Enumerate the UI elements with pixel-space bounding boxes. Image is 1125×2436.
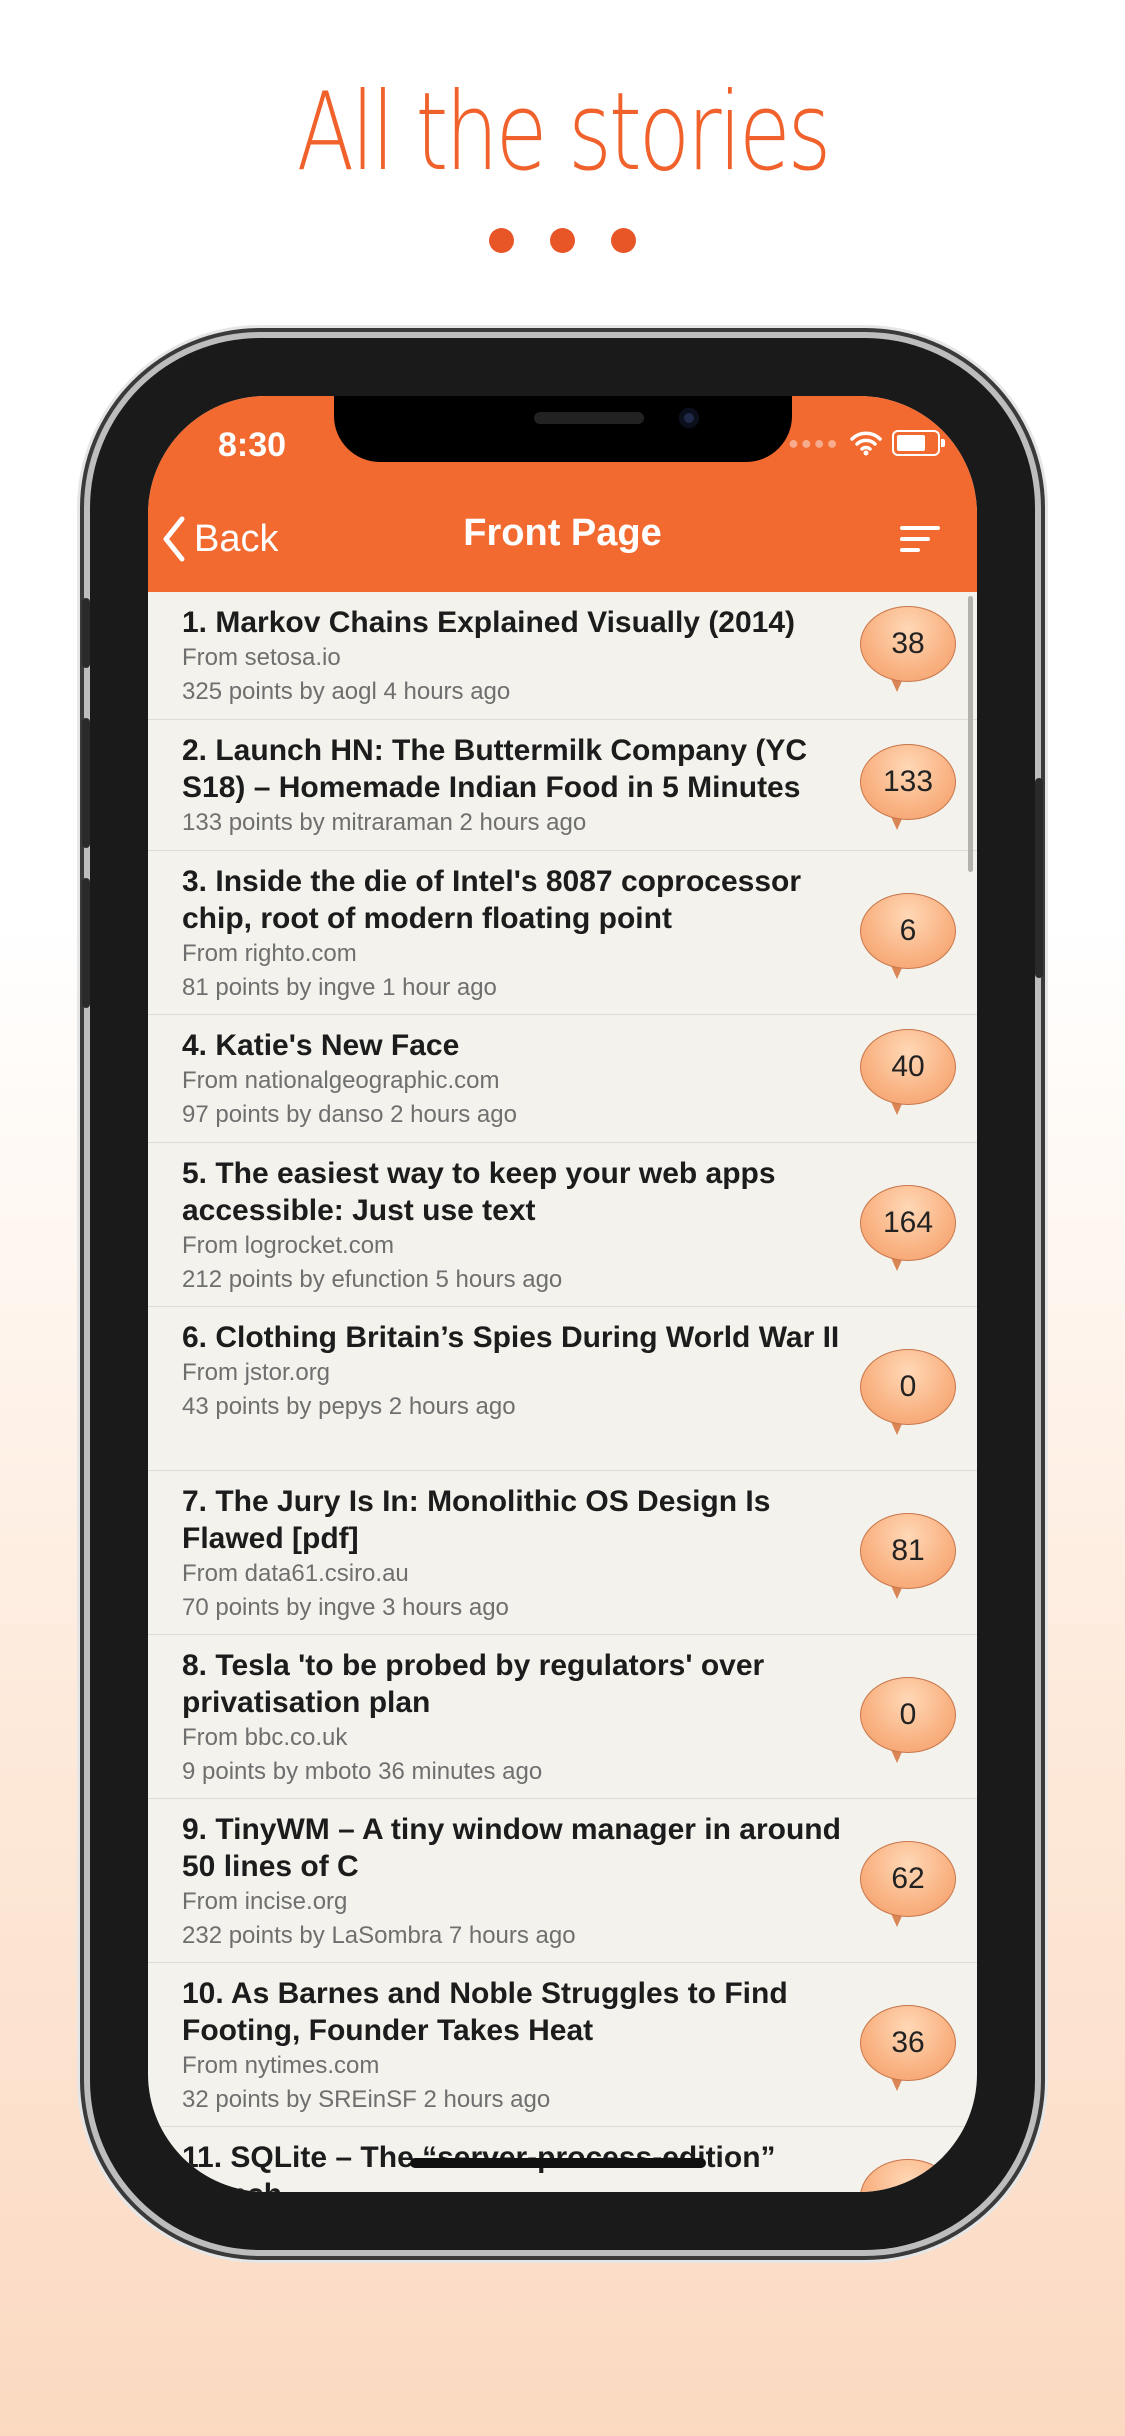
comment-count: 81 [891,1534,925,1567]
mute-switch [82,598,90,668]
volume-up-button [82,718,90,848]
hero-title: All the stories [296,70,832,195]
story-title: 4. Katie's New Face [182,1029,460,1062]
story-title: 2. Launch HN: The Buttermilk Company (YC… [182,734,808,804]
comment-bubble[interactable]: 36 [860,2005,958,2091]
status-time: 8:30 [218,426,287,464]
comment-bubble[interactable]: 0 [860,1349,958,1435]
story-title: 10. As Barnes and Noble Struggles to Fin… [182,1977,788,2047]
scrollbar[interactable] [968,596,973,872]
story-source: From nationalgeographic.com [182,1067,500,1094]
story-source: From logrocket.com [182,1232,395,1259]
notch [334,396,792,462]
comment-bubble[interactable]: 164 [860,1185,958,1271]
comment-bubble[interactable]: 0 [860,1677,958,1763]
comment-count: 62 [891,1862,925,1895]
story-source: From data61.csiro.au [182,1560,409,1587]
dot [489,228,514,253]
story-title: 1. Markov Chains Explained Visually (201… [182,606,796,639]
story-info: 43 points by pepys 2 hours ago [182,1393,516,1420]
story-source: From incise.org [182,1888,348,1915]
story-row[interactable]: 4. Katie's New Face From nationalgeograp… [148,1015,977,1143]
comment-count: 38 [891,627,925,660]
story-info: 9 points by mboto 36 minutes ago [182,1758,543,1785]
wifi-icon [849,431,882,456]
comment-bubble[interactable]: 38 [860,606,958,692]
story-row[interactable]: 6. Clothing Britain’s Spies During World… [148,1307,977,1471]
comment-count: 0 [899,1370,917,1403]
hero-dots [0,228,1125,253]
story-source: From nytimes.com [182,2052,380,2079]
story-info: 97 points by danso 2 hours ago [182,1101,517,1128]
story-title: 3. Inside the die of Intel's 8087 coproc… [182,865,802,935]
story-info: 133 points by mitraraman 2 hours ago [182,809,587,836]
comment-count [860,2159,956,2192]
comment-count: 6 [899,914,917,947]
story-row[interactable]: 5. The easiest way to keep your web apps… [148,1143,977,1307]
story-info: 325 points by aogl 4 hours ago [182,678,511,705]
comment-count: 0 [899,1698,917,1731]
story-info: 81 points by ingve 1 hour ago [182,974,497,1001]
status-icons: ●●●● [788,426,945,460]
comment-bubble[interactable] [860,2159,958,2192]
comment-bubble[interactable]: 62 [860,1841,958,1927]
story-source: From jstor.org [182,1359,331,1386]
story-info: 70 points by ingve 3 hours ago [182,1594,509,1621]
signal-icon: ●●●● [788,432,840,453]
battery-icon [891,430,945,456]
story-title: 9. TinyWM – A tiny window manager in aro… [182,1813,841,1883]
story-title: 7. The Jury Is In: Monolithic OS Design … [182,1485,771,1555]
comment-count: 40 [891,1050,925,1083]
story-row[interactable]: 8. Tesla 'to be probed by regulators' ov… [148,1635,977,1799]
story-title: 5. The easiest way to keep your web apps… [182,1157,776,1227]
story-row[interactable]: 2. Launch HN: The Buttermilk Company (YC… [148,720,977,851]
story-list: 1. Markov Chains Explained Visually (201… [148,592,977,2192]
story-source: From righto.com [182,940,357,967]
page-title: Front Page [463,512,662,554]
sort-icon[interactable] [900,526,940,556]
home-indicator[interactable] [410,2158,706,2168]
comment-count: 133 [882,765,934,798]
dot [550,228,575,253]
comment-bubble[interactable]: 133 [860,744,958,830]
camera [679,408,699,428]
side-button [1035,778,1043,978]
story-info: 212 points by efunction 5 hours ago [182,1266,563,1293]
story-info: 32 points by SREinSF 2 hours ago [182,2086,551,2113]
screen: 8:30 ●●●● Back Front Page 1. Markov Chai… [148,396,977,2192]
story-info: 232 points by LaSombra 7 hours ago [182,1922,576,1949]
story-row[interactable]: 1. Markov Chains Explained Visually (201… [148,592,977,720]
story-row[interactable]: 7. The Jury Is In: Monolithic OS Design … [148,1471,977,1635]
story-source: From setosa.io [182,644,341,671]
comment-count: 164 [882,1206,934,1239]
story-row[interactable]: 3. Inside the die of Intel's 8087 coproc… [148,851,977,1015]
story-row[interactable]: 10. As Barnes and Noble Struggles to Fin… [148,1963,977,2127]
comment-bubble[interactable]: 81 [860,1513,958,1599]
story-title: 8. Tesla 'to be probed by regulators' ov… [182,1649,765,1719]
comment-count: 36 [891,2026,925,2059]
story-title: 6. Clothing Britain’s Spies During World… [182,1321,840,1354]
comment-bubble[interactable]: 40 [860,1029,958,1115]
comment-bubble[interactable]: 6 [860,893,958,979]
volume-down-button [82,878,90,1008]
speaker [534,412,644,424]
dot [611,228,636,253]
story-source: From bbc.co.uk [182,1724,348,1751]
story-row[interactable]: 9. TinyWM – A tiny window manager in aro… [148,1799,977,1963]
phone-frame: 8:30 ●●●● Back Front Page 1. Markov Chai… [82,338,1043,2250]
